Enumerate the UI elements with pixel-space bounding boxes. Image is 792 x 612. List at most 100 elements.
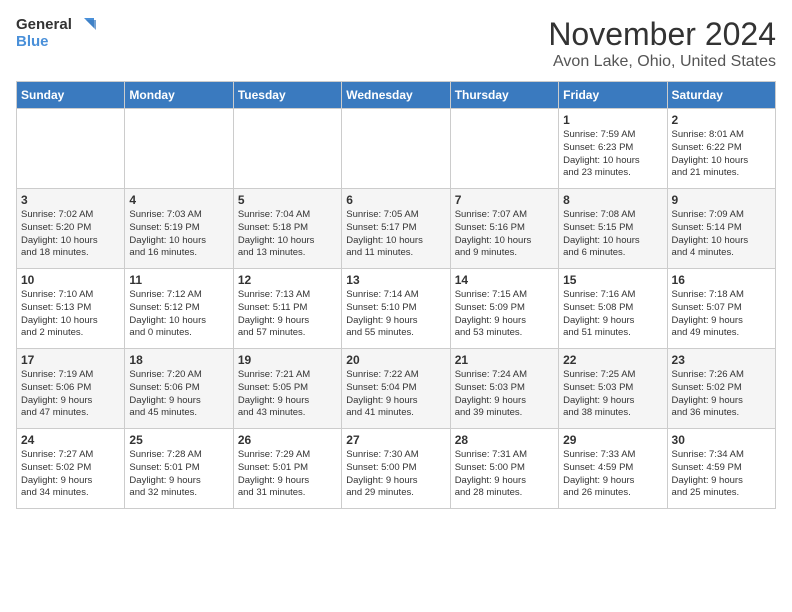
- calendar-cell: 27 Sunrise: 7:30 AM Sunset: 5:00 PM Dayli…: [342, 429, 450, 509]
- day-info: Sunrise: 7:21 AM Sunset: 5:05 PM Dayligh…: [238, 369, 337, 420]
- day-number: 28: [455, 433, 554, 447]
- day-info: Sunrise: 7:03 AM Sunset: 5:19 PM Dayligh…: [129, 209, 228, 260]
- day-info: Sunrise: 7:59 AM Sunset: 6:23 PM Dayligh…: [563, 129, 662, 180]
- calendar-cell: 20Sunrise: 7:22 AM Sunset: 5:04 PM Dayli…: [342, 349, 450, 429]
- day-info: Sunrise: 7:13 AM Sunset: 5:11 PM Dayligh…: [238, 289, 337, 340]
- day-info: Sunrise: 7:22 AM Sunset: 5:04 PM Dayligh…: [346, 369, 445, 420]
- day-number: 14: [455, 273, 554, 287]
- month-title: November 2024: [548, 16, 776, 53]
- calendar-cell: 4 Sunrise: 7:03 AM Sunset: 5:19 PM Daylig…: [125, 189, 233, 269]
- day-info: Sunrise: 7:04 AM Sunset: 5:18 PM Dayligh…: [238, 209, 337, 260]
- day-number: 11: [129, 273, 228, 287]
- day-number: 6: [346, 193, 445, 207]
- day-info: Sunrise: 7:33 AM Sunset: 4:59 PM Dayligh…: [563, 449, 662, 500]
- calendar-cell: [342, 109, 450, 189]
- calendar-week-4: 17 Sunrise: 7:19 AM Sunset: 5:06 PM Dayli…: [17, 349, 776, 429]
- calendar-cell: [17, 109, 125, 189]
- calendar-cell: 3 Sunrise: 7:02 AM Sunset: 5:20 PM Daylig…: [17, 189, 125, 269]
- calendar-cell: 8Sunrise: 7:08 AM Sunset: 5:15 PM Daylig…: [559, 189, 667, 269]
- header: General Blue November 2024 Avon Lake, Oh…: [16, 16, 776, 71]
- day-info: Sunrise: 7:24 AM Sunset: 5:03 PM Dayligh…: [455, 369, 554, 420]
- day-info: Sunrise: 7:31 AM Sunset: 5:00 PM Dayligh…: [455, 449, 554, 500]
- calendar-cell: 21 Sunrise: 7:24 AM Sunset: 5:03 PM Dayli…: [450, 349, 558, 429]
- calendar-cell: 22 Sunrise: 7:25 AM Sunset: 5:03 PM Dayli…: [559, 349, 667, 429]
- day-number: 7: [455, 193, 554, 207]
- calendar-cell: 26 Sunrise: 7:29 AM Sunset: 5:01 PM Dayli…: [233, 429, 341, 509]
- calendar-week-2: 3 Sunrise: 7:02 AM Sunset: 5:20 PM Daylig…: [17, 189, 776, 269]
- calendar-cell: 29 Sunrise: 7:33 AM Sunset: 4:59 PM Dayli…: [559, 429, 667, 509]
- day-number: 17: [21, 353, 120, 367]
- calendar-cell: 7 Sunrise: 7:07 AM Sunset: 5:16 PM Daylig…: [450, 189, 558, 269]
- weekday-header-saturday: Saturday: [667, 82, 775, 109]
- day-number: 30: [672, 433, 771, 447]
- day-number: 26: [238, 433, 337, 447]
- calendar-cell: 11 Sunrise: 7:12 AM Sunset: 5:12 PM Dayli…: [125, 269, 233, 349]
- day-info: Sunrise: 7:30 AM Sunset: 5:00 PM Dayligh…: [346, 449, 445, 500]
- day-info: Sunrise: 7:12 AM Sunset: 5:12 PM Dayligh…: [129, 289, 228, 340]
- calendar-cell: 5 Sunrise: 7:04 AM Sunset: 5:18 PM Daylig…: [233, 189, 341, 269]
- calendar-cell: 2 Sunrise: 8:01 AM Sunset: 6:22 PM Daylig…: [667, 109, 775, 189]
- day-number: 3: [21, 193, 120, 207]
- day-number: 23: [672, 353, 771, 367]
- day-info: Sunrise: 7:07 AM Sunset: 5:16 PM Dayligh…: [455, 209, 554, 260]
- calendar-cell: 14 Sunrise: 7:15 AM Sunset: 5:09 PM Dayli…: [450, 269, 558, 349]
- calendar-cell: 16 Sunrise: 7:18 AM Sunset: 5:07 PM Dayli…: [667, 269, 775, 349]
- day-number: 16: [672, 273, 771, 287]
- calendar-cell: 23Sunrise: 7:26 AM Sunset: 5:02 PM Dayli…: [667, 349, 775, 429]
- calendar-week-3: 10 Sunrise: 7:10 AM Sunset: 5:13 PM Dayli…: [17, 269, 776, 349]
- day-number: 2: [672, 113, 771, 127]
- day-number: 21: [455, 353, 554, 367]
- calendar-cell: 30Sunrise: 7:34 AM Sunset: 4:59 PM Dayli…: [667, 429, 775, 509]
- day-number: 5: [238, 193, 337, 207]
- day-info: Sunrise: 8:01 AM Sunset: 6:22 PM Dayligh…: [672, 129, 771, 180]
- calendar-cell: 13Sunrise: 7:14 AM Sunset: 5:10 PM Dayli…: [342, 269, 450, 349]
- day-info: Sunrise: 7:05 AM Sunset: 5:17 PM Dayligh…: [346, 209, 445, 260]
- calendar-cell: 6 Sunrise: 7:05 AM Sunset: 5:17 PM Daylig…: [342, 189, 450, 269]
- calendar-cell: 9 Sunrise: 7:09 AM Sunset: 5:14 PM Daylig…: [667, 189, 775, 269]
- weekday-header-wednesday: Wednesday: [342, 82, 450, 109]
- day-number: 19: [238, 353, 337, 367]
- weekday-header-tuesday: Tuesday: [233, 82, 341, 109]
- day-number: 27: [346, 433, 445, 447]
- day-number: 12: [238, 273, 337, 287]
- calendar-cell: 12 Sunrise: 7:13 AM Sunset: 5:11 PM Dayli…: [233, 269, 341, 349]
- day-number: 18: [129, 353, 228, 367]
- day-info: Sunrise: 7:29 AM Sunset: 5:01 PM Dayligh…: [238, 449, 337, 500]
- calendar-cell: [125, 109, 233, 189]
- day-number: 9: [672, 193, 771, 207]
- calendar-table: SundayMondayTuesdayWednesdayThursdayFrid…: [16, 81, 776, 509]
- logo-bird-icon: [74, 16, 96, 34]
- day-info: Sunrise: 7:14 AM Sunset: 5:10 PM Dayligh…: [346, 289, 445, 340]
- day-info: Sunrise: 7:18 AM Sunset: 5:07 PM Dayligh…: [672, 289, 771, 340]
- weekday-header-thursday: Thursday: [450, 82, 558, 109]
- location-title: Avon Lake, Ohio, United States: [548, 53, 776, 71]
- day-number: 15: [563, 273, 662, 287]
- logo: General Blue: [16, 16, 96, 51]
- day-info: Sunrise: 7:27 AM Sunset: 5:02 PM Dayligh…: [21, 449, 120, 500]
- day-info: Sunrise: 7:02 AM Sunset: 5:20 PM Dayligh…: [21, 209, 120, 260]
- day-number: 24: [21, 433, 120, 447]
- day-info: Sunrise: 7:09 AM Sunset: 5:14 PM Dayligh…: [672, 209, 771, 260]
- calendar-cell: 24 Sunrise: 7:27 AM Sunset: 5:02 PM Dayli…: [17, 429, 125, 509]
- title-section: November 2024 Avon Lake, Ohio, United St…: [548, 16, 776, 71]
- day-info: Sunrise: 7:25 AM Sunset: 5:03 PM Dayligh…: [563, 369, 662, 420]
- day-info: Sunrise: 7:08 AM Sunset: 5:15 PM Dayligh…: [563, 209, 662, 260]
- day-info: Sunrise: 7:19 AM Sunset: 5:06 PM Dayligh…: [21, 369, 120, 420]
- day-info: Sunrise: 7:15 AM Sunset: 5:09 PM Dayligh…: [455, 289, 554, 340]
- weekday-header-friday: Friday: [559, 82, 667, 109]
- day-info: Sunrise: 7:10 AM Sunset: 5:13 PM Dayligh…: [21, 289, 120, 340]
- calendar-cell: 28 Sunrise: 7:31 AM Sunset: 5:00 PM Dayli…: [450, 429, 558, 509]
- calendar-cell: 17 Sunrise: 7:19 AM Sunset: 5:06 PM Dayli…: [17, 349, 125, 429]
- day-info: Sunrise: 7:28 AM Sunset: 5:01 PM Dayligh…: [129, 449, 228, 500]
- calendar-cell: 19 Sunrise: 7:21 AM Sunset: 5:05 PM Dayli…: [233, 349, 341, 429]
- day-number: 22: [563, 353, 662, 367]
- day-number: 10: [21, 273, 120, 287]
- day-number: 4: [129, 193, 228, 207]
- calendar-cell: [233, 109, 341, 189]
- calendar-cell: 10 Sunrise: 7:10 AM Sunset: 5:13 PM Dayli…: [17, 269, 125, 349]
- calendar-cell: [450, 109, 558, 189]
- day-info: Sunrise: 7:16 AM Sunset: 5:08 PM Dayligh…: [563, 289, 662, 340]
- day-number: 29: [563, 433, 662, 447]
- calendar-cell: 25Sunrise: 7:28 AM Sunset: 5:01 PM Dayli…: [125, 429, 233, 509]
- calendar-week-1: 1Sunrise: 7:59 AM Sunset: 6:23 PM Daylig…: [17, 109, 776, 189]
